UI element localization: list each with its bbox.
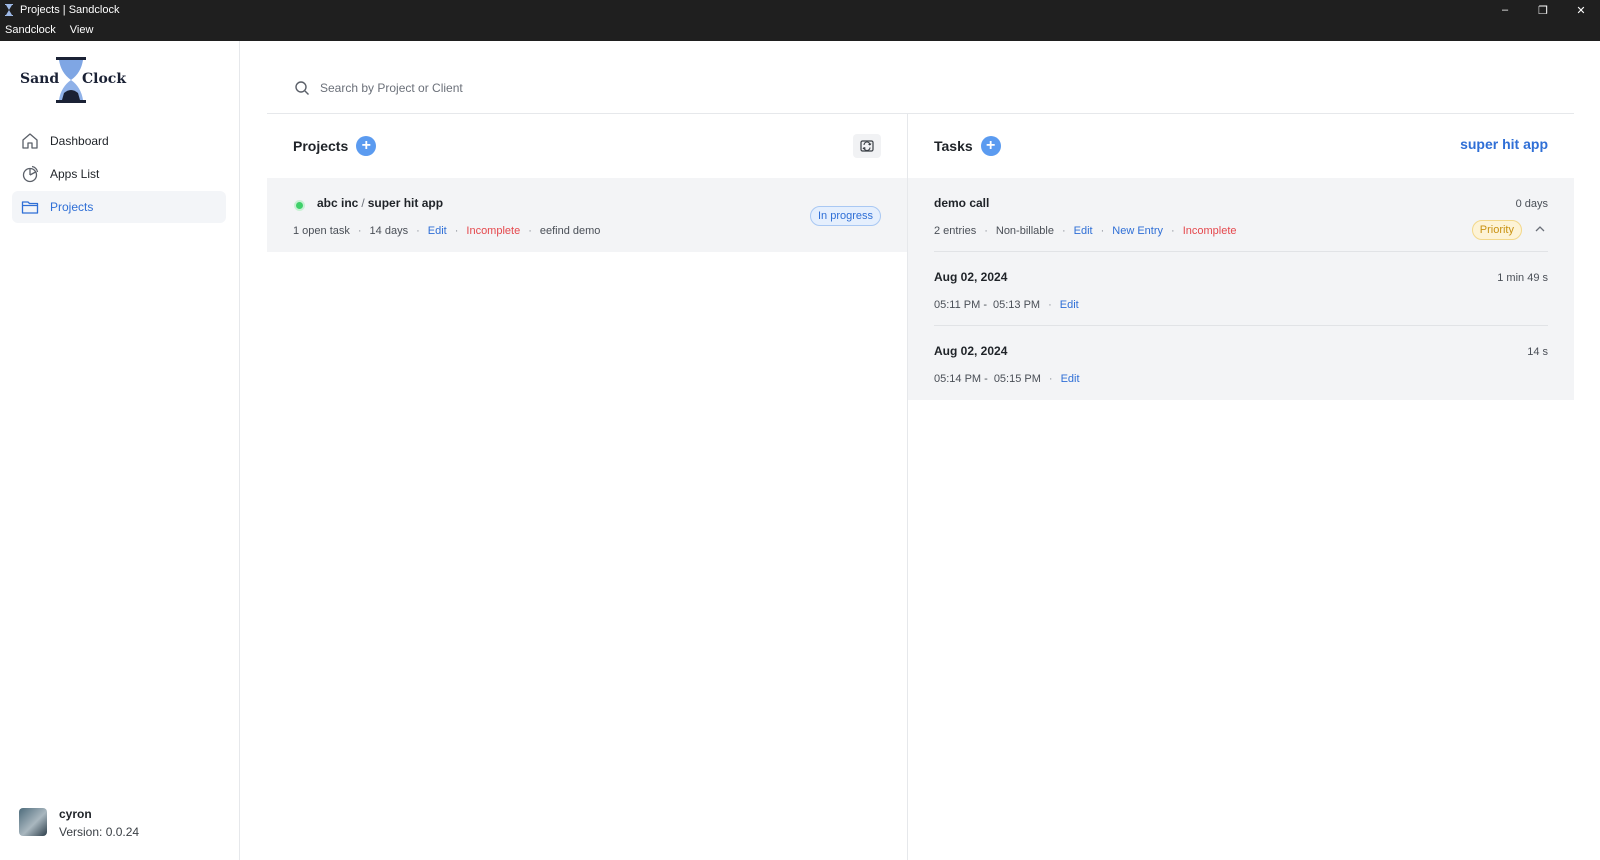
search-bar (267, 62, 1574, 114)
meta-separator: · (357, 225, 362, 237)
project-duration: 14 days (369, 225, 409, 237)
sidebar-item-dashboard[interactable]: Dashboard (12, 125, 226, 157)
meta-separator: · (528, 225, 532, 237)
time-entry-row[interactable]: Aug 02, 2024 1 min 49 s 05:11 PM - 05:13… (934, 252, 1548, 326)
home-icon (20, 131, 40, 151)
entry-date: Aug 02, 2024 (934, 270, 1008, 284)
task-list: demo call 0 days 2 entries · Non-billabl… (908, 178, 1574, 400)
project-name: super hit app (367, 196, 444, 210)
search-icon (295, 80, 309, 95)
meta-separator: · (984, 225, 988, 237)
status-badge: In progress (809, 206, 881, 226)
task-edit-link[interactable]: Edit (1074, 225, 1093, 237)
add-task-button[interactable]: + (980, 136, 1001, 156)
logo-text-right: Clock (82, 71, 127, 87)
sidebar: Sand Clock Dashboard Apps List Projects … (0, 41, 240, 860)
projects-panel: Projects + abc inc / super hit app 1 open … (267, 114, 908, 860)
meta-separator: · (1048, 373, 1053, 385)
entry-meta: 05:11 PM - 05:13 PM · Edit (934, 299, 1079, 311)
user-name: cyron (59, 807, 92, 821)
task-incomplete-link[interactable]: Incomplete (1183, 225, 1237, 237)
project-row[interactable]: abc inc / super hit app 1 open task · 14 d… (267, 178, 907, 252)
meta-separator: · (1061, 225, 1066, 237)
project-extra: eefind demo (539, 225, 601, 237)
meta-separator: · (1100, 225, 1105, 237)
chevron-up-icon[interactable] (1534, 223, 1546, 235)
entry-start: 05:14 PM - (934, 373, 988, 385)
project-edit-link[interactable]: Edit (428, 225, 447, 237)
task-project-link[interactable]: super hit app (1460, 136, 1548, 152)
window-title: Projects | Sandclock (20, 4, 120, 16)
menu-view[interactable]: View (70, 24, 94, 36)
sidebar-item-label: Dashboard (50, 134, 109, 148)
sidebar-item-label: Apps List (50, 167, 100, 181)
task-name: demo call (934, 196, 990, 210)
pie-chart-icon (20, 164, 40, 184)
folder-icon (20, 197, 40, 217)
entry-edit-link[interactable]: Edit (1060, 299, 1079, 311)
entry-start: 05:11 PM - (934, 299, 987, 311)
entry-duration: 14 s (1527, 346, 1548, 358)
task-row[interactable]: demo call 0 days 2 entries · Non-billabl… (934, 178, 1548, 252)
app-version: Version: 0.0.24 (59, 825, 140, 839)
meta-separator: · (454, 225, 459, 237)
sidebar-item-apps-list[interactable]: Apps List (12, 158, 226, 190)
sandclock-logo[interactable]: Sand Clock (20, 57, 130, 105)
project-title[interactable]: abc inc / super hit app (317, 196, 443, 210)
project-incomplete-link[interactable]: Incomplete (466, 225, 520, 237)
projects-title: Projects (293, 138, 349, 154)
restore-button[interactable]: ❐ (1524, 0, 1562, 20)
meta-separator: · (1171, 225, 1175, 237)
sidebar-item-label: Projects (50, 200, 94, 214)
meta-separator: · (1048, 299, 1052, 311)
window-titlebar: Projects | Sandclock – ❐ ✕ Sandclock Vie… (0, 0, 1600, 41)
entry-end: 05:15 PM (993, 373, 1041, 385)
user-profile[interactable]: cyron Version: 0.0.24 (19, 806, 139, 842)
entry-edit-link[interactable]: Edit (1061, 373, 1080, 385)
tasks-panel: Tasks + super hit app demo call 0 days 2… (908, 114, 1574, 860)
sync-icon (860, 140, 874, 152)
avatar (19, 808, 47, 836)
task-billing: Non-billable (995, 225, 1054, 237)
priority-badge: Priority (1471, 220, 1522, 240)
entry-end: 05:13 PM (993, 299, 1041, 311)
time-entry-row[interactable]: Aug 02, 2024 14 s 05:14 PM - 05:15 PM · … (934, 326, 1548, 400)
search-input[interactable] (320, 80, 920, 95)
close-button[interactable]: ✕ (1562, 0, 1600, 20)
hourglass-app-icon (5, 4, 13, 16)
project-status-dot (294, 200, 305, 211)
minimize-button[interactable]: – (1486, 0, 1524, 20)
menu-sandclock[interactable]: Sandclock (5, 24, 56, 36)
project-open-tasks: 1 open task (293, 225, 350, 237)
entry-date: Aug 02, 2024 (934, 344, 1008, 358)
sidebar-item-projects[interactable]: Projects (12, 191, 226, 223)
project-meta: 1 open task · 14 days · Edit · Incomplet… (293, 225, 600, 237)
task-entries-count: 2 entries (934, 225, 977, 237)
add-project-button[interactable]: + (356, 136, 377, 156)
new-entry-link[interactable]: New Entry (1112, 225, 1163, 237)
task-duration: 0 days (1515, 198, 1548, 210)
entry-duration: 1 min 49 s (1497, 272, 1548, 284)
meta-separator: · (416, 225, 420, 237)
sidebar-nav: Dashboard Apps List Projects (12, 125, 226, 224)
project-separator: / (361, 196, 365, 210)
tasks-title: Tasks (934, 138, 973, 154)
entry-meta: 05:14 PM - 05:15 PM · Edit (934, 373, 1080, 385)
task-meta: 2 entries · Non-billable · Edit · New En… (934, 225, 1237, 237)
sync-button[interactable] (853, 134, 881, 158)
project-client: abc inc (317, 196, 359, 210)
